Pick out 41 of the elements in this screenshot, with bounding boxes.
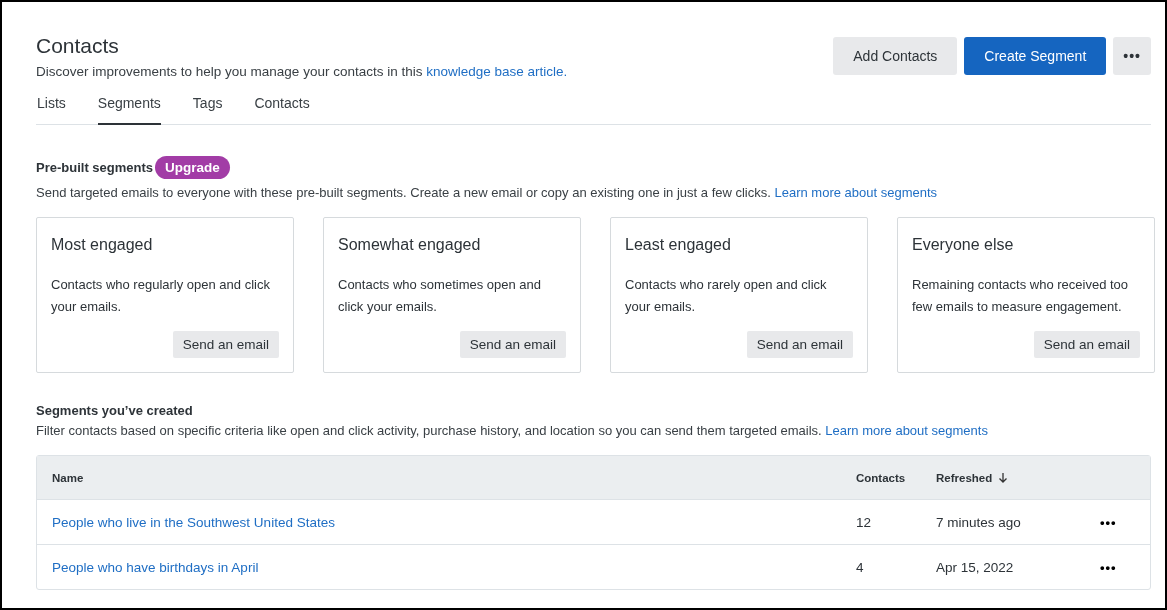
row-more-button[interactable]: ••• [1100,559,1117,575]
card-title: Everyone else [912,236,1015,254]
send-email-button[interactable]: Send an email [746,331,853,358]
page-title: Contacts [36,34,120,58]
section-description: Filter contacts based on specific criteria like open and click activity, purchase history, and location so you can send them targeted emails. Learn more about segments [36,423,989,438]
segment-name-link[interactable]: People who have birthdays in April [52,559,856,575]
send-email-button[interactable]: Send an email [459,331,566,358]
card-text: Contacts who rarely open and click your emails. [625,276,828,316]
send-email-button[interactable]: Send an email [172,331,279,358]
learn-more-link[interactable]: Learn more about segments [825,423,988,438]
section-title: Pre-built segments [36,160,154,175]
table-cell-text: 4 [856,559,865,575]
upgrade-badge[interactable]: Upgrade [155,156,230,179]
table-cell-text: 12 [856,514,873,530]
card-title: Most engaged [51,236,154,254]
segment-name-link[interactable]: People who live in the Southwest United States [52,514,856,530]
tab[interactable]: Lists [37,95,66,125]
section-description: Send targeted emails to everyone with these pre-built segments. Create a new email or copy an existing one in just a few clicks. Learn more about segments [36,185,939,200]
send-email-button[interactable]: Send an email [1033,331,1140,358]
card-text: Contacts who sometimes open and click your emails. [338,276,543,316]
column-header[interactable]: Refreshed [936,471,993,484]
card-title: Least engaged [625,236,732,254]
section-title: Segments you’ve created [36,403,193,418]
add-contacts-button[interactable]: Add Contacts [833,37,958,75]
page-description: Discover improvements to help you manage your contacts in this knowledge base article. [36,64,568,79]
card-title: Somewhat engaged [338,236,482,254]
column-header: Contacts [856,471,907,484]
learn-more-link[interactable]: Learn more about segments [774,185,938,200]
tab[interactable]: Segments [97,95,161,125]
table-cell-text: Apr 15, 2022 [936,559,1015,575]
create-segment-button[interactable]: Create Segment [964,37,1107,75]
knowledge-base-link[interactable]: knowledge base article. [426,64,568,79]
card-text: Remaining contacts who received too few emails to measure engagement. [912,276,1130,316]
table-cell-text: 7 minutes ago [936,514,1022,530]
row-more-button[interactable]: ••• [1100,514,1117,530]
sort-down-icon[interactable] [998,472,1009,483]
more-options-button[interactable]: ••• [1113,37,1151,75]
tab[interactable]: Tags [192,95,223,125]
tab[interactable]: Contacts [254,95,310,125]
card-text: Contacts who regularly open and click your emails. [51,276,271,316]
column-header: Name [52,471,85,484]
